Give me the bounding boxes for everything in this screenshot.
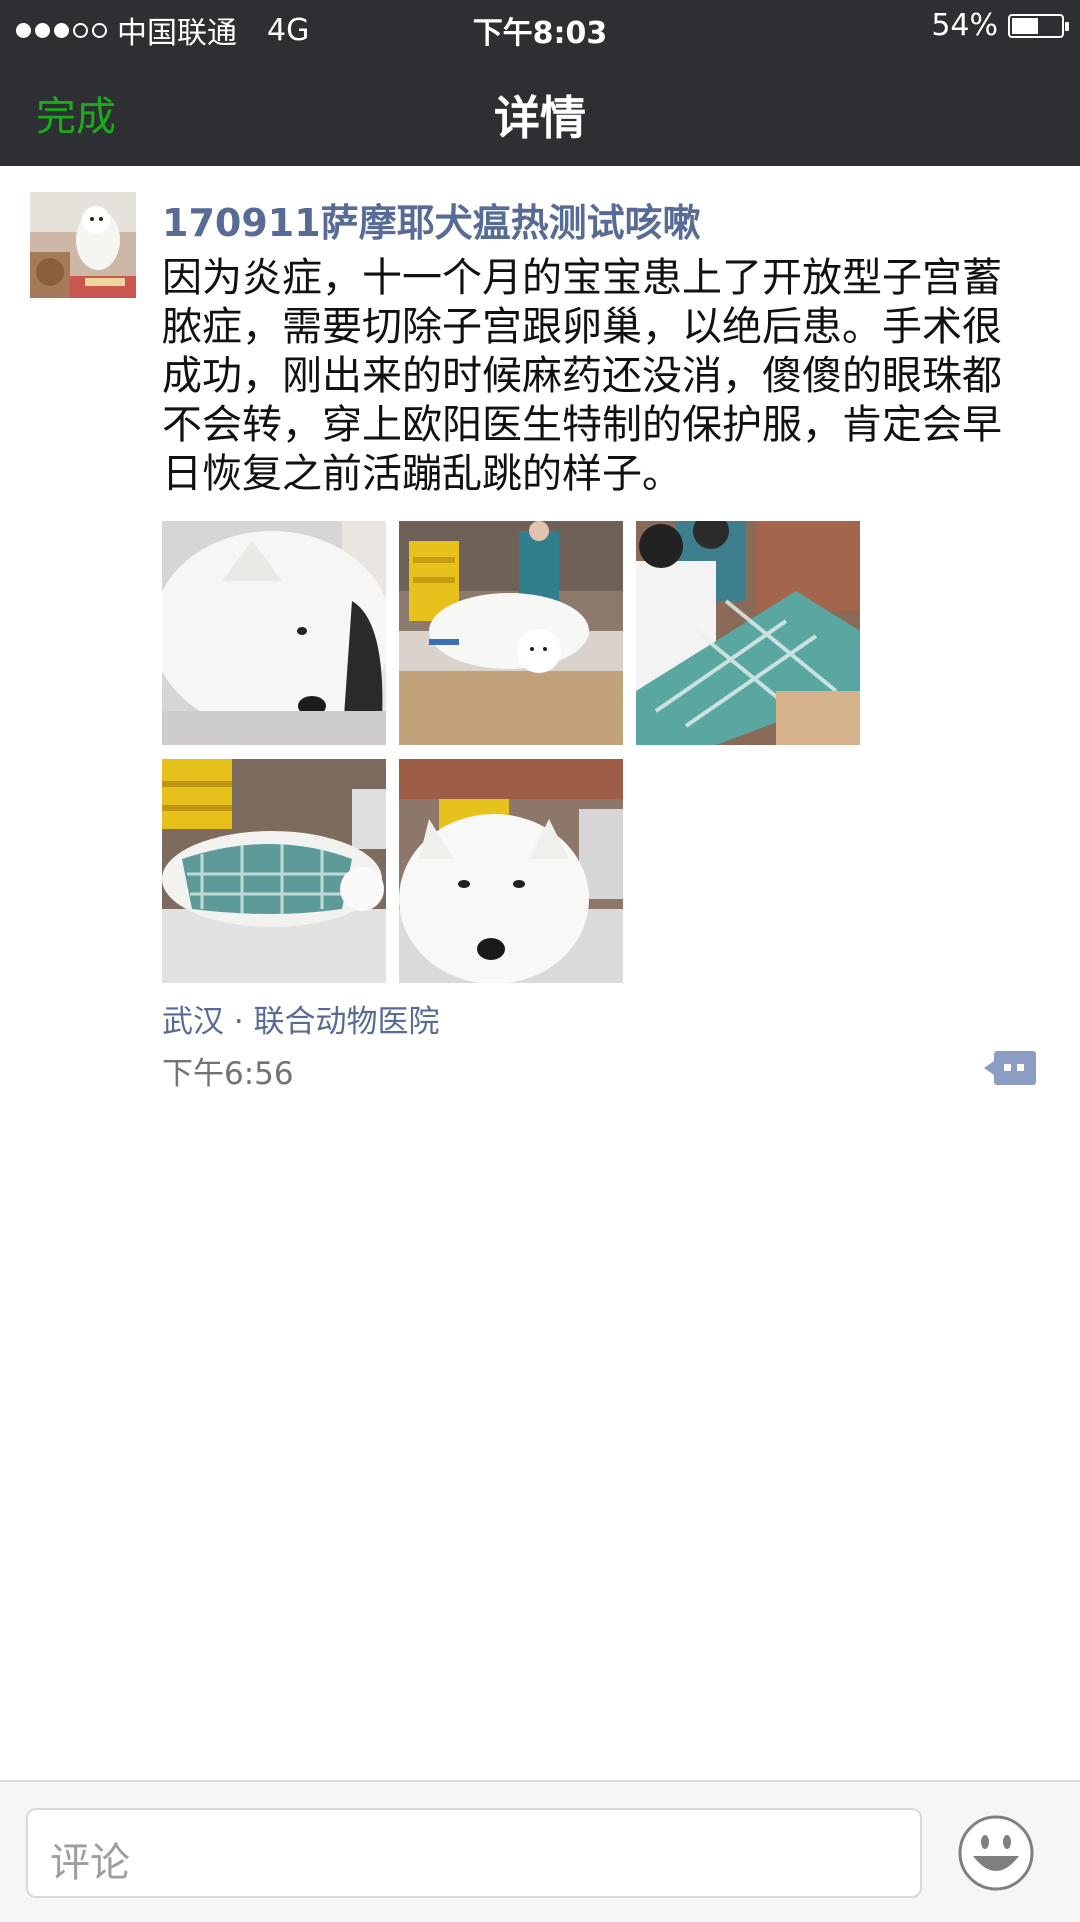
nav-bar: 完成 详情 xyxy=(0,54,1080,166)
photo-dog-on-table[interactable] xyxy=(399,521,623,745)
avatar[interactable] xyxy=(30,192,136,298)
post-time: 下午6:56 xyxy=(162,1056,294,1092)
smiley-face-icon[interactable] xyxy=(957,1814,1035,1892)
status-time: 下午8:03 xyxy=(472,16,608,51)
status-bar: 中国联通 4G 下午8:03 54% xyxy=(0,0,1080,54)
battery-level xyxy=(1012,17,1038,34)
battery-percent: 54% xyxy=(931,8,998,43)
comment-input[interactable]: 评论 xyxy=(26,1808,922,1898)
comment-bar: 评论 xyxy=(0,1780,1080,1922)
photo-grid xyxy=(162,521,862,983)
comment-icon[interactable] xyxy=(984,1048,1036,1088)
status-right: 54% xyxy=(931,8,1069,43)
photo-dog-in-suit[interactable] xyxy=(162,759,386,983)
page-title: 详情 xyxy=(494,91,586,145)
photo-vet-table[interactable] xyxy=(636,521,860,745)
post-author-name[interactable]: 170911萨摩耶犬瘟热测试咳嗽 xyxy=(162,192,701,247)
photo-dog-portrait[interactable] xyxy=(399,759,623,983)
photo-dog-resting[interactable] xyxy=(162,521,386,745)
battery-icon xyxy=(1008,13,1069,38)
post-text: 因为炎症，十一个月的宝宝患上了开放型子宫蓄脓症，需要切除子宫跟卵巢，以绝后患。手… xyxy=(162,255,1002,497)
post-location[interactable]: 武汉 · 联合动物医院 xyxy=(162,996,440,1041)
